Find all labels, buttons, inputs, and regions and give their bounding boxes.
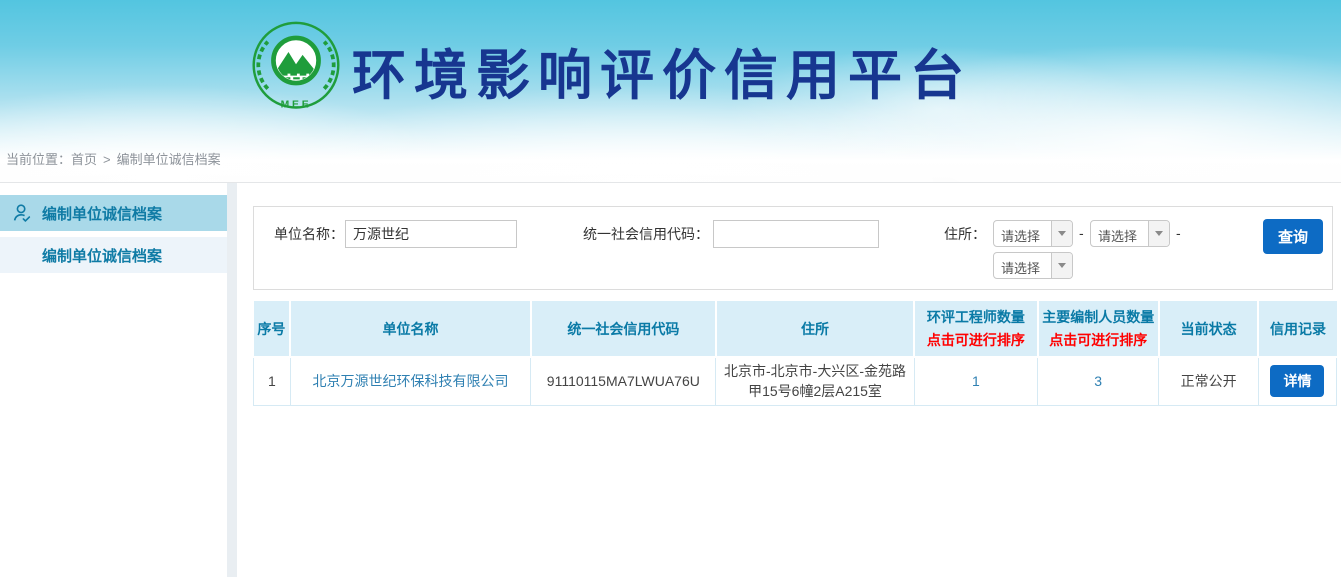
- credit-code-label: 统一社会信用代码：: [564, 220, 709, 248]
- mee-logo-text: MEE: [281, 99, 312, 110]
- city-select-value: 请选择: [1091, 221, 1148, 246]
- sidebar: 编制单位诚信档案 编制单位诚信档案: [0, 183, 227, 577]
- header-staff-count[interactable]: 主要编制人员数量 点击可进行排序: [1038, 301, 1159, 357]
- header-unit-name: 单位名称: [290, 301, 530, 357]
- sidebar-subitem-credit-archive[interactable]: 编制单位诚信档案: [0, 237, 227, 273]
- header-status: 当前状态: [1159, 301, 1259, 357]
- city-select[interactable]: 请选择: [1090, 220, 1170, 247]
- header-credit-code: 统一社会信用代码: [531, 301, 716, 357]
- sidebar-item-label: 编制单位诚信档案: [42, 203, 162, 224]
- header-engineer-count[interactable]: 环评工程师数量 点击可进行排序: [914, 301, 1037, 357]
- breadcrumb-separator: >: [103, 152, 111, 167]
- cell-unit-name: 北京万源世纪环保科技有限公司: [290, 357, 530, 405]
- chevron-down-icon[interactable]: [1051, 221, 1072, 246]
- site-banner: MEE 环境影响评价信用平台 当前位置：首页 > 编制单位诚信档案: [0, 0, 1341, 183]
- district-select[interactable]: 请选择: [993, 252, 1073, 279]
- breadcrumb-current: 编制单位诚信档案: [117, 152, 221, 167]
- province-select[interactable]: 请选择: [993, 220, 1073, 247]
- page-body: 编制单位诚信档案 编制单位诚信档案 单位名称： 统一社会信用代码： 住所： 请选…: [0, 183, 1341, 577]
- staff-count-link[interactable]: 3: [1094, 373, 1102, 389]
- cell-staff-count: 3: [1038, 357, 1159, 405]
- unit-name-label: 单位名称：: [264, 220, 344, 248]
- search-panel: 单位名称： 统一社会信用代码： 住所： 请选择 - 请选择 - 请选择 查询: [253, 206, 1333, 290]
- breadcrumb-label: 当前位置：: [6, 152, 71, 167]
- engineer-count-link[interactable]: 1: [972, 373, 980, 389]
- header-address: 住所: [716, 301, 914, 357]
- cell-status: 正常公开: [1159, 357, 1259, 405]
- cell-credit-record: 详情: [1258, 357, 1336, 405]
- address-dash: -: [1079, 225, 1084, 241]
- address-dash: -: [1176, 225, 1181, 241]
- results-table: 序号 单位名称 统一社会信用代码 住所 环评工程师数量 点击可进行排序 主要编制…: [253, 301, 1337, 406]
- credit-code-input[interactable]: [713, 220, 879, 248]
- cell-credit-code: 91110115MA7LWUA76U: [531, 357, 716, 405]
- chevron-down-icon[interactable]: [1148, 221, 1169, 246]
- chevron-down-icon[interactable]: [1051, 253, 1072, 278]
- sidebar-divider: [227, 183, 237, 577]
- query-button[interactable]: 查询: [1263, 219, 1323, 254]
- unit-name-link[interactable]: 北京万源世纪环保科技有限公司: [313, 373, 509, 389]
- detail-button[interactable]: 详情: [1270, 365, 1324, 397]
- table-row: 1 北京万源世纪环保科技有限公司 91110115MA7LWUA76U 北京市-…: [254, 357, 1337, 405]
- sidebar-subitem-label: 编制单位诚信档案: [42, 245, 162, 266]
- cell-engineer-count: 1: [914, 357, 1037, 405]
- unit-name-input[interactable]: [345, 220, 517, 248]
- breadcrumb: 当前位置：首页 > 编制单位诚信档案: [6, 149, 221, 168]
- header-credit-record: 信用记录: [1258, 301, 1336, 357]
- table-header-row: 序号 单位名称 统一社会信用代码 住所 环评工程师数量 点击可进行排序 主要编制…: [254, 301, 1337, 357]
- user-check-icon: [11, 202, 33, 224]
- page-title: 环境影响评价信用平台: [352, 44, 972, 108]
- province-select-value: 请选择: [994, 221, 1051, 246]
- cell-address: 北京市-北京市-大兴区-金苑路甲15号6幢2层A215室: [716, 357, 914, 405]
- sort-hint[interactable]: 点击可进行排序: [1041, 330, 1156, 350]
- breadcrumb-home-link[interactable]: 首页: [71, 152, 97, 167]
- district-select-value: 请选择: [994, 253, 1051, 278]
- main-content: 单位名称： 统一社会信用代码： 住所： 请选择 - 请选择 - 请选择 查询: [237, 183, 1341, 577]
- cell-index: 1: [254, 357, 291, 405]
- sort-hint[interactable]: 点击可进行排序: [917, 330, 1034, 350]
- address-label: 住所：: [934, 220, 986, 248]
- mee-logo-icon: MEE: [249, 21, 343, 115]
- sidebar-item-credit-archive[interactable]: 编制单位诚信档案: [0, 195, 227, 231]
- header-index: 序号: [254, 301, 291, 357]
